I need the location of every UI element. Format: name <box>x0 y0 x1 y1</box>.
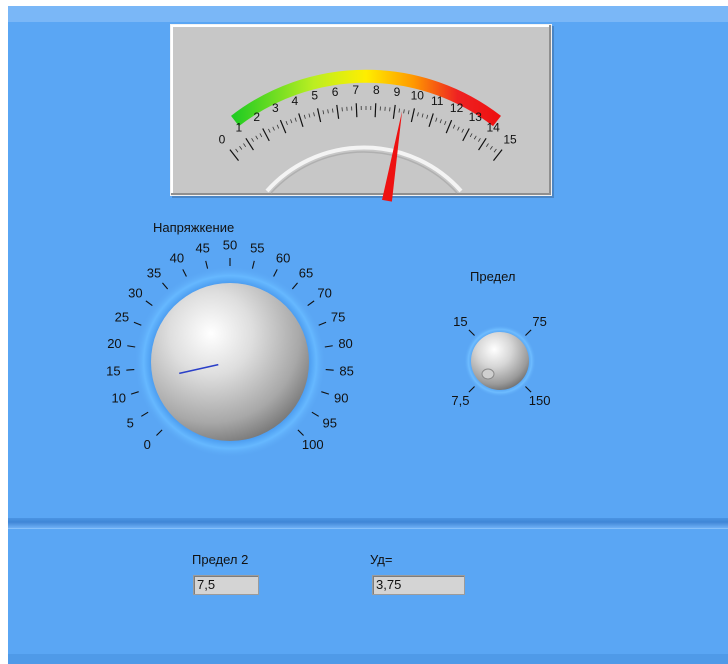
voltage-knob-tick <box>156 429 163 436</box>
voltage-knob-tick <box>133 321 142 326</box>
limit-knob-tick <box>525 329 532 336</box>
voltage-knob-tick <box>145 300 153 307</box>
ud-value: 3,75 <box>372 575 465 595</box>
voltage-knob-tick <box>130 391 139 395</box>
voltage-knob-tick <box>297 429 304 436</box>
voltage-knob-scale-label: 0 <box>144 437 151 452</box>
voltage-knob-tick <box>162 282 169 290</box>
voltage-knob-tick <box>325 368 334 371</box>
voltage-knob[interactable]: 051015202530354045 50 55606570758085909510… <box>8 6 728 526</box>
limit-knob-scale-label: 7,5 <box>451 393 469 408</box>
voltage-knob-tick <box>273 269 278 277</box>
voltage-knob-tick <box>291 282 298 290</box>
voltage-knob-tick <box>318 321 327 326</box>
voltage-knob-scale-label: 75 <box>331 310 345 325</box>
voltage-knob-scale-label: 85 <box>339 364 353 379</box>
voltage-knob-scale-label: 25 <box>115 310 129 325</box>
limit-knob-tick <box>468 386 475 393</box>
voltage-knob-tick <box>321 391 330 395</box>
ud-label: Уд= <box>370 552 393 567</box>
voltage-knob-scale-label: 55 <box>250 241 264 256</box>
limit2-indicator: 7,5 <box>191 573 261 597</box>
voltage-knob-tick <box>307 300 315 307</box>
voltage-knob-tick <box>182 269 187 277</box>
limit-knob-ball[interactable] <box>471 332 529 390</box>
voltage-knob-scale-label: 80 <box>338 336 352 351</box>
front-panel: 0 1 2 3 4 5 6 7 8 9 10 11 12 13 14 15 Напряжкение <box>8 6 728 664</box>
voltage-knob-scale-label: 15 <box>106 364 120 379</box>
limit-knob-scale-label: 150 <box>529 393 551 408</box>
voltage-knob-scale-label: 40 <box>170 250 184 265</box>
voltage-knob-scale-label: 100 <box>302 437 324 452</box>
voltage-knob-scale-label: 5 <box>127 416 134 431</box>
voltage-knob-scale-label: 30 <box>128 286 142 301</box>
voltage-knob-tick <box>205 260 209 269</box>
voltage-knob-scale-label: 60 <box>276 250 290 265</box>
limit2-value: 7,5 <box>193 575 259 595</box>
voltage-knob-scale-label: 45 <box>195 241 209 256</box>
voltage-knob-scale-label: 65 <box>299 266 313 281</box>
limit2-label: Предел 2 <box>192 552 249 567</box>
voltage-knob-tick <box>141 411 149 417</box>
limit-knob-scale-label: 75 <box>532 314 546 329</box>
limit-knob-tick <box>468 329 475 336</box>
voltage-knob-ball[interactable] <box>151 283 309 441</box>
voltage-knob-scale-label: 70 <box>317 286 331 301</box>
voltage-knob-scale-label: 20 <box>107 336 121 351</box>
voltage-knob-tick <box>127 345 136 348</box>
ud-indicator: 3,75 <box>370 573 467 597</box>
panel-bottom-strip <box>8 654 728 664</box>
voltage-knob-scale-label: 10 <box>111 391 125 406</box>
limit-knob-label: Предел <box>470 269 516 284</box>
limit-knob-marker <box>481 368 495 380</box>
limit-knob-scale-label: 15 <box>453 314 467 329</box>
voltage-knob-scale-label: 90 <box>334 391 348 406</box>
panel-divider <box>8 518 728 528</box>
limit-knob-tick <box>525 386 532 393</box>
voltage-knob-tick <box>324 345 333 348</box>
voltage-knob-tick <box>311 411 319 417</box>
voltage-knob-scale-label: 95 <box>323 416 337 431</box>
voltage-knob-tick <box>251 260 255 269</box>
voltage-knob-scale-label: 50 <box>223 238 237 253</box>
voltage-knob-tick <box>126 368 135 371</box>
voltage-knob-scale-label: 35 <box>147 266 161 281</box>
